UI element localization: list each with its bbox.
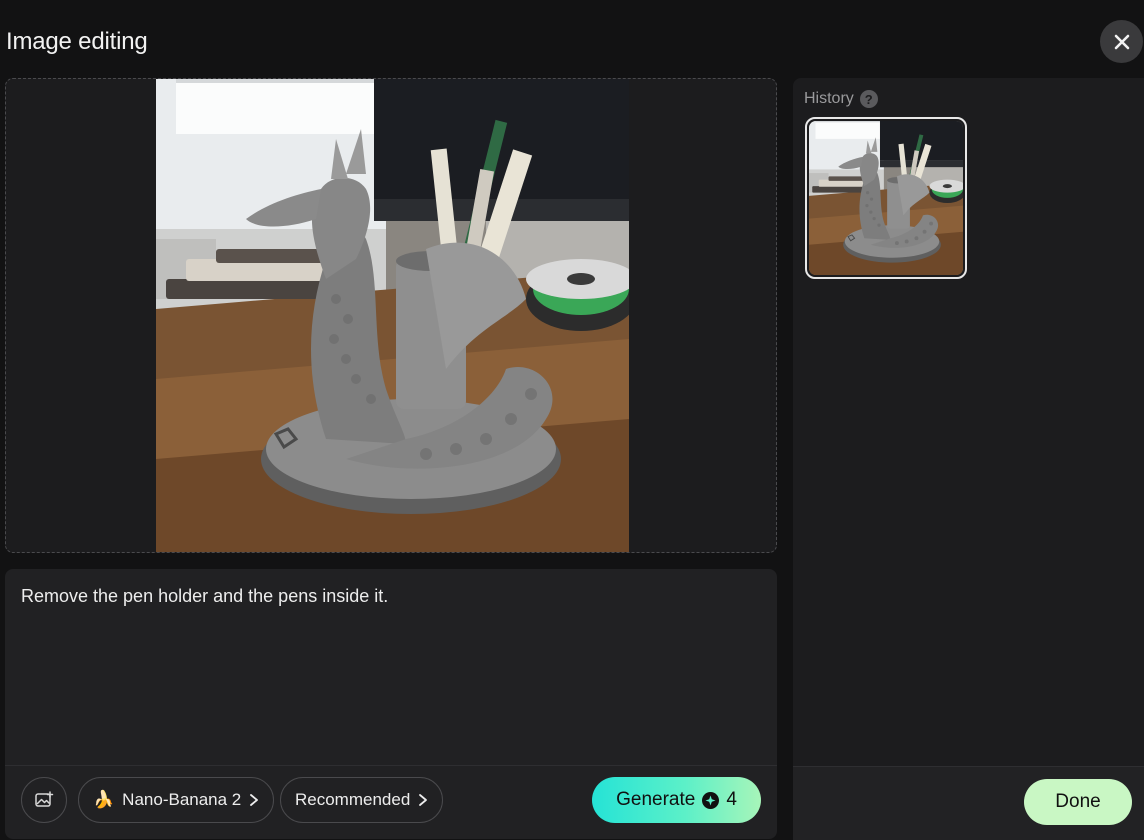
history-thumbnail [809,121,963,275]
prompt-input[interactable]: Remove the pen holder and the pens insid… [21,585,761,608]
model-selector[interactable]: 🍌 Nano-Banana 2 [78,777,275,823]
banana-icon: 🍌 [93,790,115,809]
add-image-icon [35,791,54,807]
prompt-panel: Remove the pen holder and the pens insid… [5,569,777,839]
close-icon [1114,34,1129,49]
close-button[interactable] [1100,20,1143,63]
model-label: Nano-Banana 2 [122,790,242,809]
image-canvas[interactable] [5,78,777,553]
generate-label: Generate [616,789,696,810]
history-label: History [804,90,854,107]
history-panel: History ? [793,78,1144,768]
credit-icon [702,791,720,809]
preset-label: Recommended [295,790,411,809]
page-title: Image editing [6,28,148,55]
chevron-right-icon [250,794,259,806]
history-item[interactable] [805,117,967,279]
help-icon[interactable]: ? [859,90,878,108]
done-button[interactable]: Done [1024,779,1132,825]
add-image-button[interactable] [21,777,67,823]
chevron-right-icon [419,794,428,806]
edited-image [156,79,629,552]
prompt-divider [5,765,777,766]
generate-cost: 4 [726,789,737,810]
footer-panel: Done [793,766,1144,840]
history-heading: History ? [804,90,878,108]
generate-button[interactable]: Generate 4 [592,777,761,823]
preset-selector[interactable]: Recommended [280,777,444,823]
